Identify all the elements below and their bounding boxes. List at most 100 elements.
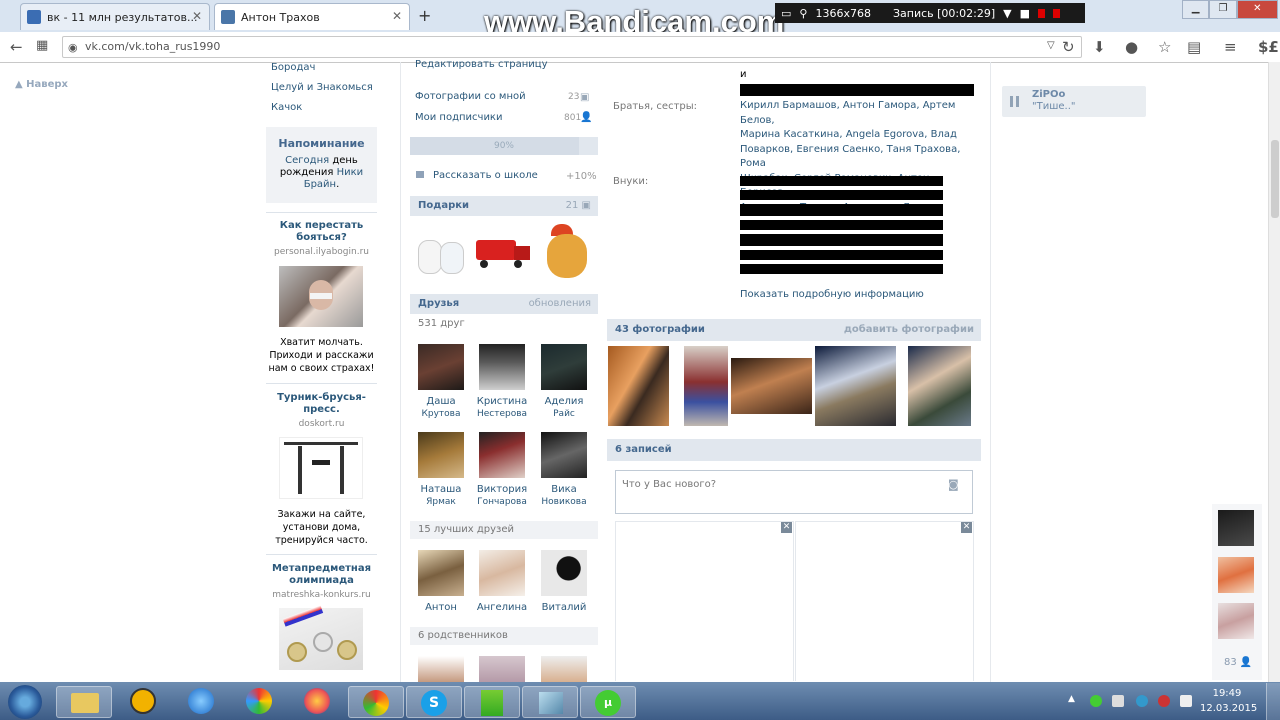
scrollbar-thumb[interactable] [1271,140,1279,218]
extension-icon[interactable]: $£ [1258,38,1279,56]
friend-photo[interactable] [541,550,587,596]
minimize-icon[interactable]: ▁ [1182,0,1210,19]
tray-bandicam-icon[interactable] [1158,695,1170,707]
menu-item-app[interactable]: Качок [271,102,302,113]
subscribers-link[interactable]: Мои подписчики [415,112,502,123]
tab-profile[interactable]: Антон Трахов ✕ [214,3,410,30]
close-tab-icon[interactable]: ✕ [392,9,402,23]
wall-header[interactable]: 6 записей [607,439,981,461]
gift-image[interactable] [543,224,593,280]
ad-domain[interactable]: personal.ilyabogin.ru [266,247,377,257]
show-desktop-button[interactable] [1266,683,1280,720]
friend-card[interactable]: Аделия Райс [534,344,594,420]
taskbar-clock[interactable]: 19:49 12.03.2015 [1200,686,1257,716]
relatives-header[interactable]: 6 родственников [410,627,598,645]
taskbar-item-utorrent[interactable]: μ [580,686,636,718]
menu-item-app[interactable]: Бородач [271,62,315,73]
friend-photo[interactable] [418,344,464,390]
birthday-link[interactable]: Брайн [304,179,336,190]
photos-header[interactable]: 43 фотографии добавить фотографии [607,319,981,341]
friend-card[interactable]: Виталий [534,550,594,614]
taskbar-item-skype[interactable]: S [406,686,462,718]
taskbar-item-download[interactable] [464,686,520,718]
relative-photo[interactable] [479,656,525,682]
close-post-icon[interactable]: ✕ [781,522,792,533]
reload-icon[interactable]: ↻ [1062,38,1075,56]
friend-card[interactable]: Наташа Ярмак [411,432,471,508]
friend-card[interactable]: Ангелина [472,550,532,614]
profile-photo[interactable] [684,346,728,426]
dropdown-icon[interactable]: ▼ [1003,7,1011,20]
online-count[interactable]: 83 👤 [1224,657,1252,668]
best-friends-header[interactable]: 15 лучших друзей [410,521,598,539]
friend-photo[interactable] [479,550,525,596]
ad-image[interactable] [279,266,363,327]
browser-icon[interactable] [246,688,272,714]
back-icon[interactable]: ← [10,38,23,56]
ad-title[interactable]: Турник-брусья-пресс. [266,392,377,416]
attach-photo-icon[interactable]: ◙ [948,478,959,491]
online-friend-avatar[interactable] [1218,603,1254,639]
profile-photo[interactable] [608,346,669,426]
photos-with-me-link[interactable]: Фотографии со мной [415,91,526,102]
edit-page-link[interactable]: Редактировать страницу [415,59,548,70]
friend-photo[interactable] [541,344,587,390]
gifts-header[interactable]: Подарки 21 ▣ [410,196,598,216]
back-to-top-link[interactable]: ▲ Наверх [15,79,68,90]
ad-text[interactable]: Хватит молчать. Приходи и расскажи нам о с… [266,336,377,375]
tray-expand-icon[interactable]: ▲ [1068,694,1075,704]
ad-image[interactable] [279,605,363,670]
start-button[interactable] [8,685,42,719]
online-friend-avatar[interactable] [1218,557,1254,593]
reader-icon[interactable]: ▤ [1187,38,1201,56]
taskbar-item-explorer[interactable] [56,686,112,718]
stop-icon[interactable] [1053,8,1060,18]
new-tab-icon[interactable]: + [418,6,431,25]
tray-volume-icon[interactable] [1180,695,1192,707]
tab-search[interactable]: вк - 11 млн результатов... ✕ [20,3,210,30]
profile-photo[interactable] [731,358,812,414]
friend-card[interactable]: Антон [411,550,471,614]
internet-explorer-icon[interactable] [188,688,214,714]
pause-icon[interactable] [1010,96,1019,107]
close-window-icon[interactable]: ✕ [1236,0,1278,19]
ad-domain[interactable]: matreshka-konkurs.ru [266,590,377,600]
profile-photo[interactable] [908,346,971,426]
friend-photo[interactable] [418,550,464,596]
add-photos-link[interactable]: добавить фотографии [844,319,974,341]
friend-card[interactable]: Виктория Гончарова [472,432,532,508]
friends-updates-link[interactable]: обновления [529,294,591,314]
chat-icon[interactable]: ● [1125,38,1138,56]
ad-title[interactable]: Как перестать бояться? [266,220,377,244]
close-post-icon[interactable]: ✕ [961,522,972,533]
tray-network-icon[interactable] [1112,695,1124,707]
firefox-icon[interactable] [304,688,330,714]
maximize-icon[interactable]: ❐ [1209,0,1237,19]
friends-count[interactable]: 531 друг [418,318,465,329]
ad-text[interactable]: Закажи на сайте, установи дома, тренируйся… [266,508,377,547]
friend-photo[interactable] [479,344,525,390]
online-friend-avatar[interactable] [1218,510,1254,546]
new-post-input[interactable]: Что у Вас нового? [615,470,973,514]
birthday-link[interactable]: Ники [337,167,364,178]
gift-image[interactable] [474,236,534,272]
pause-icon[interactable] [1038,8,1045,18]
friend-card[interactable]: Даша Крутова [411,344,471,420]
audio-player[interactable]: ZiPOo "Тише.." [1002,86,1146,117]
friend-card[interactable]: Вика Новикова [534,432,594,508]
ad-image[interactable] [279,437,363,499]
apps-icon[interactable]: ▦ [36,38,48,53]
download-icon[interactable]: ⬇ [1093,38,1106,56]
camera-icon[interactable]: ■ [1020,7,1030,20]
friends-header[interactable]: Друзья обновления [410,294,598,314]
ad-title[interactable]: Метапредметная олимпиада [266,563,377,587]
friend-photo[interactable] [479,432,525,478]
relative-photo[interactable] [541,656,587,682]
url-field[interactable]: vk.com/vk.toha_rus1990 [62,36,1082,58]
taskbar-item-chrome[interactable] [348,686,404,718]
show-details-link[interactable]: Показать подробную информацию [740,289,924,300]
url-dropdown-icon[interactable]: ▽ [1047,40,1055,51]
friend-photo[interactable] [418,432,464,478]
bookmark-star-icon[interactable]: ☆ [1158,38,1171,56]
media-player-icon[interactable] [130,688,156,714]
